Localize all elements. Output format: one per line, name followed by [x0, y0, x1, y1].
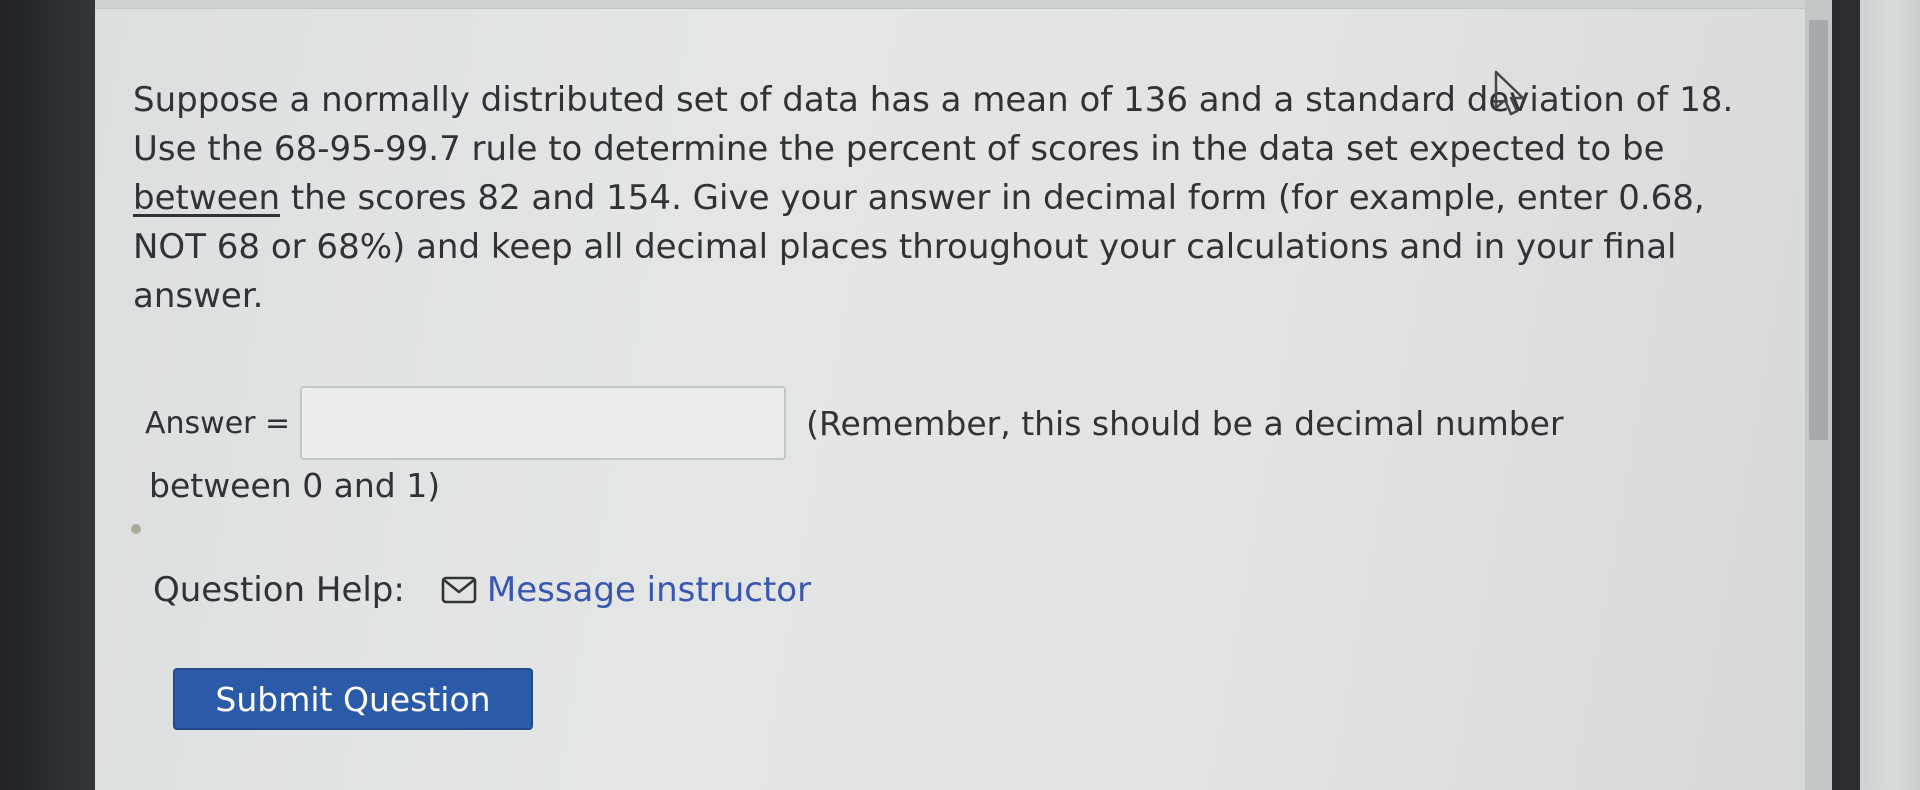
page-top-border — [95, 0, 1832, 9]
envelope-icon — [441, 576, 477, 604]
question-help-label: Question Help: — [153, 570, 405, 610]
question-text-part2: the scores 82 and 154. Give your answer … — [133, 178, 1705, 316]
mouse-cursor-icon — [1494, 70, 1525, 116]
answer-hint: (Remember, this should be a decimal numb… — [806, 403, 1564, 443]
answer-hint-continued: between 0 and 1) — [149, 466, 441, 505]
monitor-bezel-right — [1832, 0, 1842, 790]
scrollbar-thumb[interactable] — [1809, 20, 1828, 440]
monitor-frame-right — [1860, 0, 1920, 790]
answer-label: Answer = — [145, 405, 291, 441]
answer-row: Answer = (Remember, this should be a dec… — [145, 383, 1564, 463]
question-emphasis: between — [133, 178, 281, 218]
submit-question-button[interactable]: Submit Question — [173, 668, 533, 730]
question-help: Question Help: Message instructor — [153, 570, 811, 610]
browser-viewport: Suppose a normally distributed set of da… — [95, 0, 1832, 790]
screen-speck — [131, 524, 141, 534]
message-instructor-link[interactable]: Message instructor — [487, 570, 811, 610]
monitor-bezel-left — [0, 0, 95, 790]
answer-input[interactable] — [300, 386, 787, 460]
